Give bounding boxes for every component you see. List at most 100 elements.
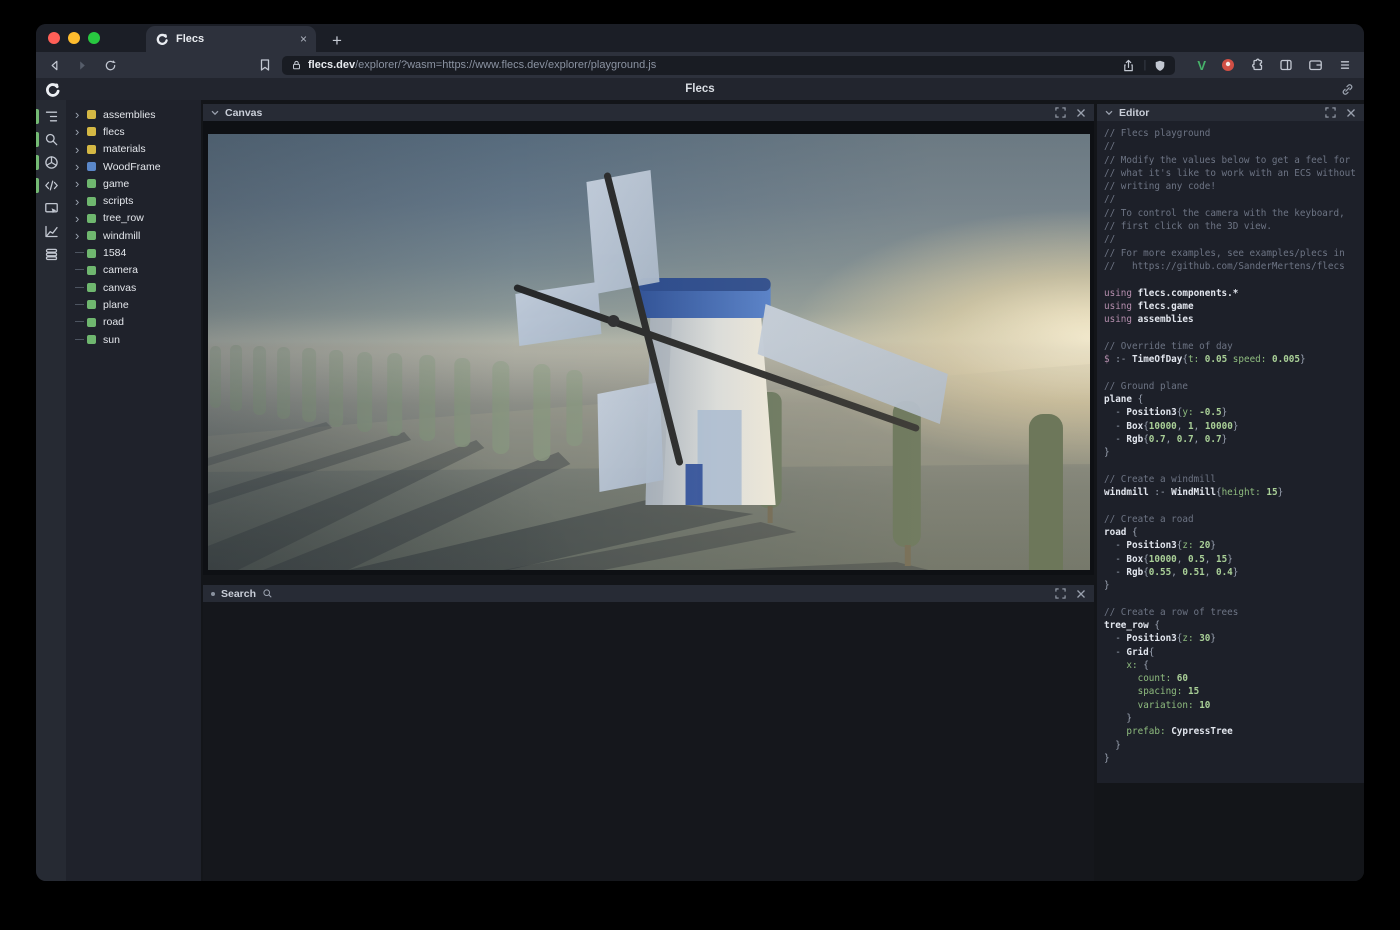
tree-item-sun[interactable]: sun [66, 331, 201, 348]
editor-panel-header[interactable]: Editor [1097, 104, 1364, 121]
code-line: // [1104, 233, 1360, 246]
browser-tab[interactable]: Flecs × [146, 26, 316, 52]
tree-item-road[interactable]: road [66, 314, 201, 331]
expand-icon[interactable]: › [75, 125, 87, 138]
page-title: Flecs [36, 83, 1364, 95]
tree-item-plane[interactable]: plane [66, 296, 201, 313]
tab-close-icon[interactable]: × [300, 32, 307, 46]
vue-devtools-icon[interactable]: V [1197, 58, 1206, 73]
tree-item-label: tree_row [103, 212, 144, 224]
adblock-extension-icon[interactable] [1221, 58, 1235, 72]
fullscreen-icon[interactable] [1055, 107, 1066, 118]
iconbar-stats-icon[interactable] [36, 220, 66, 243]
expand-icon[interactable]: › [75, 212, 87, 225]
entity-square-icon [87, 266, 96, 275]
entity-square-icon [87, 197, 96, 206]
sidebar-toggle-icon[interactable] [1279, 58, 1293, 72]
entity-square-icon [87, 231, 96, 240]
close-icon[interactable] [1076, 589, 1086, 599]
tree-item-materials[interactable]: ›materials [66, 141, 201, 158]
iconbar-scene-icon[interactable] [36, 151, 66, 174]
panel-dot-icon[interactable] [211, 592, 215, 596]
tree-item-scripts[interactable]: › scripts [66, 192, 201, 209]
iconbar-code-icon[interactable] [36, 174, 66, 197]
fullscreen-icon[interactable] [1055, 588, 1066, 599]
zoom-window-button[interactable] [88, 32, 100, 44]
canvas-panel-header[interactable]: Canvas [203, 104, 1094, 121]
tree-item-game[interactable]: ›game [66, 175, 201, 192]
flecs-logo[interactable] [44, 81, 61, 98]
3d-canvas[interactable] [208, 134, 1090, 570]
expand-icon[interactable]: › [75, 229, 87, 242]
editor-column: Editor // Flecs playground//// Modify th… [1097, 100, 1364, 881]
code-line: // [1104, 193, 1360, 206]
tree-item-1584[interactable]: 1584 [66, 244, 201, 261]
code-line [1104, 592, 1360, 605]
code-line: // Ground plane [1104, 380, 1360, 393]
code-line: - Rgb{0.55, 0.51, 0.4} [1104, 566, 1360, 579]
wallet-icon[interactable] [1308, 58, 1323, 72]
entity-square-icon [87, 214, 96, 223]
tree-item-windmill[interactable]: ›windmill [66, 227, 201, 244]
chevron-down-icon[interactable] [1105, 109, 1113, 117]
tree-item-assemblies[interactable]: ›assemblies [66, 106, 201, 123]
expand-icon[interactable]: › [75, 160, 87, 173]
lock-icon [291, 59, 302, 71]
code-line: } [1104, 446, 1360, 459]
scene-icon [44, 155, 59, 170]
tree-item-label: scripts [103, 195, 133, 207]
module-square-icon [87, 145, 96, 154]
minimize-window-button[interactable] [68, 32, 80, 44]
expand-icon[interactable]: › [75, 143, 87, 156]
code-line: tree_row { [1104, 619, 1360, 632]
outliner-icon [44, 109, 59, 124]
entity-square-icon [87, 249, 96, 258]
menu-icon[interactable] [1338, 58, 1352, 72]
expand-icon[interactable]: › [75, 195, 87, 208]
tree-item-camera[interactable]: camera [66, 262, 201, 279]
entity-square-icon [87, 318, 96, 327]
extensions-puzzle-icon[interactable] [1250, 58, 1264, 72]
entity-square-icon [87, 335, 96, 344]
chevron-down-icon[interactable] [211, 109, 219, 117]
close-window-button[interactable] [48, 32, 60, 44]
code-line: // Create a road [1104, 513, 1360, 526]
reload-button[interactable] [104, 59, 117, 72]
code-line: // first click on the 3D view. [1104, 220, 1360, 233]
close-icon[interactable] [1076, 108, 1086, 118]
bookmarks-icon[interactable] [258, 58, 272, 72]
share-icon[interactable] [1122, 59, 1135, 72]
canvas-panel: Canvas [203, 104, 1094, 575]
close-icon[interactable] [1346, 108, 1356, 118]
tree-item-flecs[interactable]: › flecs [66, 123, 201, 140]
forward-button[interactable] [76, 59, 89, 72]
tree-item-WoodFrame[interactable]: ›WoodFrame [66, 158, 201, 175]
code-line [1104, 273, 1360, 286]
tree-item-tree_row[interactable]: › tree_row [66, 210, 201, 227]
share-link-icon[interactable] [1341, 83, 1354, 96]
code-line: // writing any code! [1104, 180, 1360, 193]
tree-item-canvas[interactable]: canvas [66, 279, 201, 296]
iconbar-inspector-icon[interactable] [36, 197, 66, 220]
url-path: /explorer/?wasm=https://www.flecs.dev/ex… [355, 59, 656, 71]
expand-icon[interactable]: › [75, 177, 87, 190]
browser-window: Flecs × + flecs.dev/explorer/?wasm=https… [36, 24, 1364, 881]
search-panel-header[interactable]: Search [203, 585, 1094, 602]
shield-icon[interactable] [1154, 59, 1166, 72]
new-tab-button[interactable]: + [332, 32, 342, 49]
code-editor[interactable]: // Flecs playground//// Modify the value… [1097, 121, 1364, 783]
fullscreen-icon[interactable] [1325, 107, 1336, 118]
search-body[interactable] [203, 602, 1094, 881]
iconbar-search-icon[interactable] [36, 128, 66, 151]
url-bar[interactable]: flecs.dev/explorer/?wasm=https://www.fle… [282, 56, 1175, 75]
prefab-square-icon [87, 162, 96, 171]
iconbar-outliner-icon[interactable] [36, 105, 66, 128]
back-button[interactable] [48, 59, 61, 72]
tree-item-label: flecs [103, 126, 125, 138]
code-line: - Box{10000, 1, 10000} [1104, 420, 1360, 433]
code-line: variation: 10 [1104, 699, 1360, 712]
expand-icon[interactable]: › [75, 108, 87, 121]
iconbar-data-icon[interactable] [36, 243, 66, 266]
tree-item-label: canvas [103, 282, 136, 294]
code-line: using flecs.game [1104, 300, 1360, 313]
